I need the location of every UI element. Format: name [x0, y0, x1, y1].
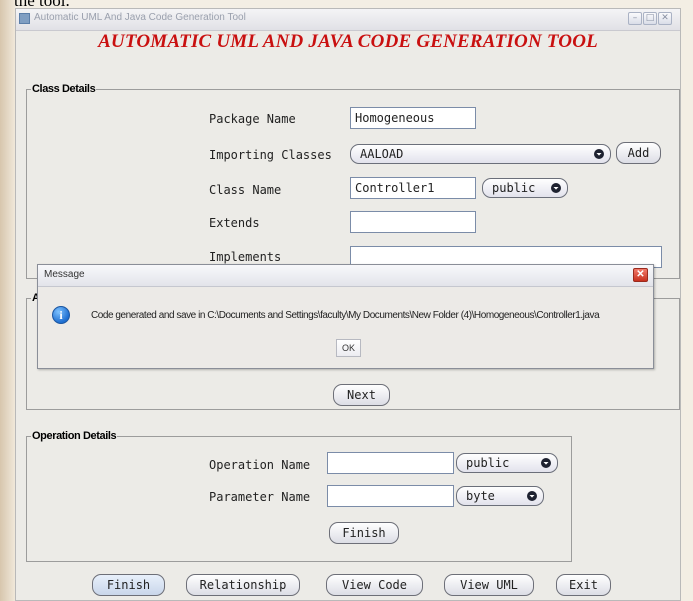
extends-input[interactable] — [350, 211, 476, 233]
class-modifier-select[interactable]: public — [482, 178, 568, 198]
page-left-strip — [0, 0, 15, 601]
message-dialog: Message ✕ i Code generated and save in C… — [37, 264, 654, 369]
parameter-name-label: Parameter Name — [209, 490, 311, 504]
dropdown-arrow-icon — [527, 491, 537, 501]
close-window-button[interactable]: ✕ — [658, 12, 672, 25]
class-name-label: Class Name — [209, 183, 282, 197]
minimize-button[interactable]: – — [628, 12, 642, 25]
dialog-title: Message — [44, 269, 85, 280]
extends-label: Extends — [209, 216, 260, 230]
parameter-type-select[interactable]: byte — [456, 486, 544, 506]
operation-modifier-value: public — [466, 456, 510, 470]
java-app-icon — [19, 13, 30, 24]
dropdown-arrow-icon — [541, 458, 551, 468]
parameter-name-input[interactable] — [327, 485, 454, 507]
class-modifier-value: public — [492, 181, 536, 195]
operation-finish-button[interactable]: Finish — [329, 522, 399, 544]
operation-modifier-select[interactable]: public — [456, 453, 558, 473]
importing-classes-value: AALOAD — [360, 147, 404, 161]
dropdown-arrow-icon — [551, 183, 561, 193]
view-uml-button[interactable]: View UML — [444, 574, 534, 596]
title-bar: Automatic UML And Java Code Generation T… — [16, 9, 680, 31]
class-name-input[interactable]: Controller1 — [350, 177, 476, 199]
importing-classes-label: Importing Classes — [209, 148, 332, 162]
operation-name-input[interactable] — [327, 452, 454, 474]
next-button[interactable]: Next — [333, 384, 390, 406]
finish-button[interactable]: Finish — [92, 574, 165, 596]
operation-name-label: Operation Name — [209, 458, 311, 472]
app-heading: AUTOMATIC UML AND JAVA CODE GENERATION T… — [98, 31, 598, 52]
importing-classes-select[interactable]: AALOAD — [350, 144, 611, 164]
class-details-legend: Class Details — [32, 83, 96, 95]
view-code-button[interactable]: View Code — [326, 574, 423, 596]
package-name-label: Package Name — [209, 112, 296, 126]
add-import-button[interactable]: Add — [616, 142, 661, 164]
dropdown-arrow-icon — [594, 149, 604, 159]
window-title: Automatic UML And Java Code Generation T… — [34, 12, 246, 23]
package-name-input[interactable]: Homogeneous — [350, 107, 476, 129]
implements-label: Implements — [209, 250, 282, 264]
dialog-message: Code generated and save in C:\Documents … — [91, 310, 600, 321]
relationship-button[interactable]: Relationship — [186, 574, 300, 596]
parameter-type-value: byte — [466, 489, 495, 503]
dialog-title-bar: Message ✕ — [38, 265, 653, 287]
exit-button[interactable]: Exit — [556, 574, 611, 596]
dialog-close-button[interactable]: ✕ — [633, 268, 648, 282]
operation-details-legend: Operation Details — [32, 430, 117, 442]
info-icon: i — [52, 306, 70, 324]
dialog-ok-button[interactable]: OK — [336, 339, 361, 357]
maximize-button[interactable]: □ — [643, 12, 657, 25]
